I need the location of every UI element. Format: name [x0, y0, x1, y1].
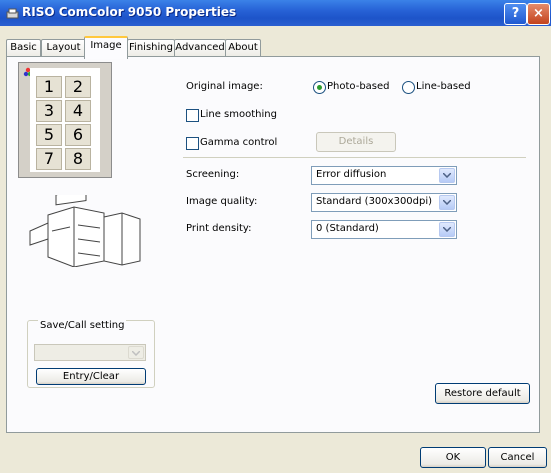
- gamma-control-label[interactable]: Gamma control: [200, 137, 277, 148]
- details-button[interactable]: Details: [316, 132, 396, 152]
- save-call-group: Save/Call setting Entry/Clear: [27, 320, 155, 388]
- page-number: 6: [65, 124, 91, 146]
- printer-app-icon: [6, 8, 19, 19]
- tab-basic[interactable]: Basic: [6, 39, 41, 57]
- line-based-radio[interactable]: [402, 81, 415, 94]
- line-based-label[interactable]: Line-based: [416, 81, 471, 92]
- chevron-down-icon[interactable]: [128, 346, 144, 359]
- ok-button[interactable]: OK: [420, 447, 486, 468]
- window-title: RISO ComColor 9050 Properties: [22, 5, 237, 19]
- page-number: 1: [36, 76, 62, 98]
- page-number: 8: [65, 148, 91, 170]
- print-density-label: Print density:: [186, 223, 252, 234]
- page-number: 5: [36, 124, 62, 146]
- line-smoothing-checkbox[interactable]: [186, 109, 199, 122]
- page-number: 7: [36, 148, 62, 170]
- screening-value: Error diffusion: [316, 169, 387, 180]
- original-image-label: Original image:: [186, 81, 263, 92]
- layout-preview: 1 2 3 4 5 6 7 8: [18, 62, 112, 178]
- line-smoothing-label[interactable]: Line smoothing: [200, 109, 277, 120]
- print-density-select[interactable]: 0 (Standard): [311, 220, 457, 239]
- tab-finishing[interactable]: Finishing: [127, 39, 175, 57]
- save-call-title: Save/Call setting: [38, 320, 127, 331]
- chevron-down-icon[interactable]: [439, 222, 455, 237]
- cancel-button[interactable]: Cancel: [488, 447, 547, 468]
- preview-page: 1 2 3 4 5 6 7 8: [30, 68, 100, 172]
- close-button[interactable]: ×: [527, 3, 550, 25]
- chevron-down-icon[interactable]: [439, 168, 455, 183]
- print-density-value: 0 (Standard): [316, 223, 379, 234]
- save-call-select[interactable]: [34, 344, 146, 361]
- printer-illustration: [29, 195, 141, 267]
- screening-label: Screening:: [186, 169, 240, 180]
- page-number: 2: [65, 76, 91, 98]
- chevron-down-icon[interactable]: [439, 195, 455, 210]
- entry-clear-button[interactable]: Entry/Clear: [36, 368, 146, 385]
- tab-advanced[interactable]: Advanced: [174, 39, 226, 57]
- restore-default-button[interactable]: Restore default: [435, 383, 530, 404]
- gamma-control-checkbox[interactable]: [186, 137, 199, 150]
- image-quality-label: Image quality:: [186, 196, 258, 207]
- title-bar[interactable]: RISO ComColor 9050 Properties ? ×: [0, 0, 551, 26]
- tab-layout[interactable]: Layout: [41, 39, 86, 57]
- image-quality-select[interactable]: Standard (300x300dpi): [311, 193, 457, 212]
- help-button[interactable]: ?: [504, 3, 527, 25]
- tab-image[interactable]: Image: [84, 36, 128, 59]
- page-number: 4: [65, 100, 91, 122]
- screening-select[interactable]: Error diffusion: [311, 166, 457, 185]
- image-quality-value: Standard (300x300dpi): [316, 196, 433, 207]
- page-number: 3: [36, 100, 62, 122]
- tab-about[interactable]: About: [225, 39, 261, 57]
- section-divider: [183, 157, 526, 158]
- photo-based-label[interactable]: Photo-based: [327, 81, 390, 92]
- photo-based-radio[interactable]: [313, 81, 326, 94]
